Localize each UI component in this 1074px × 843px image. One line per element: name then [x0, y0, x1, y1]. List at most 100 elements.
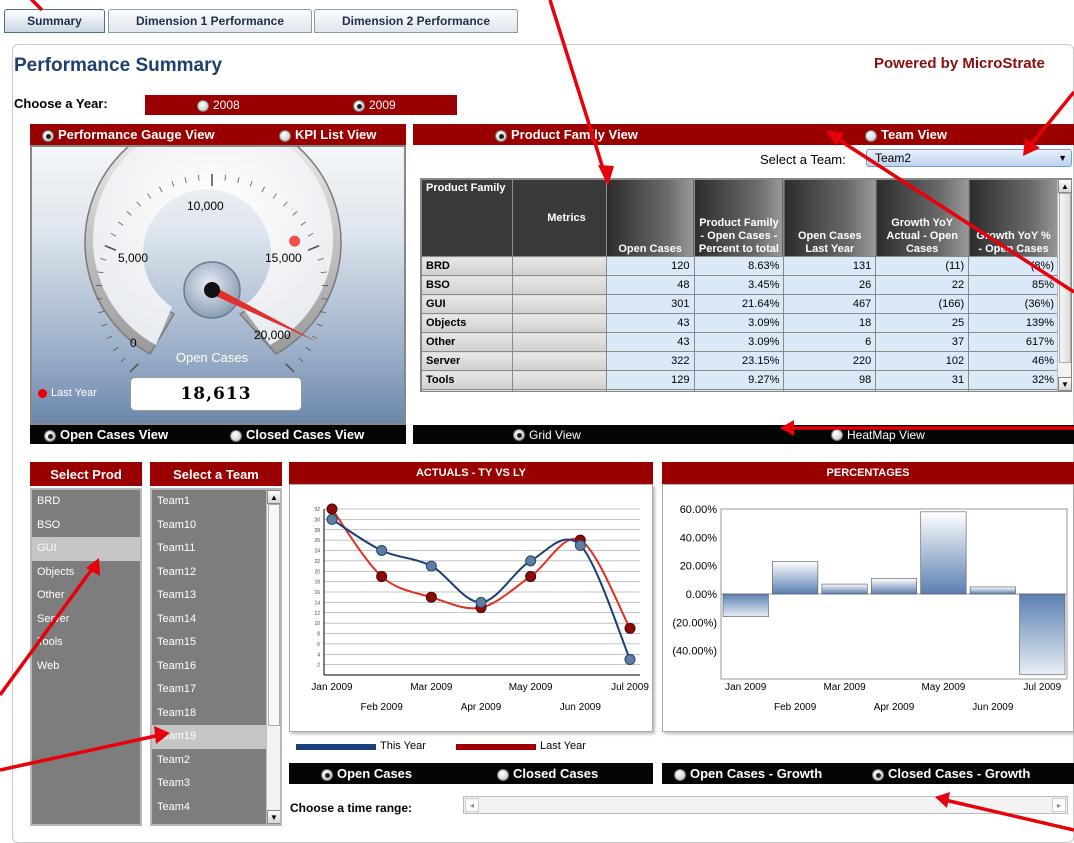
- col-header-growth-actual[interactable]: Growth YoY Actual - Open Cases: [875, 179, 970, 257]
- x-tick-label: Feb 2009: [774, 702, 817, 713]
- data-point: [475, 596, 487, 608]
- data-point: [525, 570, 537, 582]
- team-item-team4[interactable]: Team4: [152, 796, 280, 820]
- table-cell: 85%: [968, 275, 1059, 295]
- heatmap-view-radio[interactable]: HeatMap View: [831, 428, 925, 442]
- team-item-team15[interactable]: Team15: [152, 631, 280, 655]
- table-cell: 301: [605, 294, 695, 314]
- prod-item-bso[interactable]: BSO: [32, 514, 140, 538]
- chevron-right-icon[interactable]: ▸: [1052, 798, 1066, 812]
- team-item-team2[interactable]: Team2: [152, 749, 280, 773]
- team-item-team16[interactable]: Team16: [152, 655, 280, 679]
- team-item-team19[interactable]: Team19: [152, 725, 280, 749]
- table-cell: 467: [783, 294, 877, 314]
- tab-summary[interactable]: Summary: [4, 9, 105, 33]
- team-item-team11[interactable]: Team11: [152, 537, 280, 561]
- team-item-team1[interactable]: Team1: [152, 490, 280, 514]
- team-view-label: Team View: [881, 127, 947, 142]
- performance-gauge-view-radio[interactable]: Performance Gauge View: [42, 127, 215, 142]
- table-cell: 220: [783, 351, 877, 371]
- tab-dimension-2[interactable]: Dimension 2 Performance: [314, 9, 518, 33]
- team-dropdown[interactable]: Team2 ▼: [866, 149, 1072, 167]
- gauge-label-10000: 10,000: [187, 199, 224, 213]
- gauge-tick: [129, 362, 140, 373]
- col-header-metrics[interactable]: Metrics: [511, 179, 607, 257]
- table-cell: [693, 389, 785, 391]
- time-range-slider[interactable]: ◂ ▸: [463, 796, 1068, 814]
- last-year-label: Last Year: [51, 387, 97, 399]
- table-cell: (8%): [968, 256, 1059, 276]
- col-header-open-cases-ly[interactable]: Open Cases Last Year: [783, 179, 877, 257]
- prod-item-other[interactable]: Other: [32, 584, 140, 608]
- grid-view-radio[interactable]: Grid View: [513, 428, 581, 442]
- data-point: [425, 591, 437, 603]
- col-header-product-family[interactable]: Product Family: [421, 179, 513, 257]
- y-tick-label: (20.00%): [672, 617, 717, 629]
- scroll-down-icon[interactable]: ▼: [267, 810, 280, 824]
- y-tick-label: 20: [314, 569, 320, 575]
- table-row: Other 43 3.09% 6 37 617%: [421, 332, 1059, 352]
- open-cases-growth-radio[interactable]: Open Cases - Growth: [674, 766, 822, 781]
- actuals-legend: This Year Last Year: [296, 740, 656, 754]
- table-cell: 23.15%: [693, 351, 785, 371]
- x-tick-label: Jun 2009: [560, 702, 602, 713]
- table-row: Tools 129 9.27% 98 31 32%: [421, 370, 1059, 390]
- closed-cases-view-radio[interactable]: Closed Cases View: [230, 427, 364, 442]
- prod-item-gui[interactable]: GUI: [32, 537, 140, 561]
- team-item-team17[interactable]: Team17: [152, 678, 280, 702]
- prod-item-brd[interactable]: BRD: [32, 490, 140, 514]
- product-family-view-radio[interactable]: Product Family View: [495, 127, 638, 142]
- team-item-team3[interactable]: Team3: [152, 772, 280, 796]
- tab-dimension-1[interactable]: Dimension 1 Performance: [108, 9, 312, 33]
- team-dropdown-value: Team2: [875, 151, 912, 165]
- kpi-list-view-radio[interactable]: KPI List View: [279, 127, 376, 142]
- percent-footer-bar: Open Cases - Growth Closed Cases - Growt…: [662, 763, 1074, 784]
- data-point: [574, 539, 586, 551]
- gauge-last-year-marker: [289, 235, 301, 247]
- x-tick-label: Jan 2009: [311, 682, 353, 693]
- team-item-team12[interactable]: Team12: [152, 561, 280, 585]
- grid-scrollbar[interactable]: ▲ ▼: [1057, 179, 1071, 391]
- last-year-legend: Last Year: [38, 387, 97, 399]
- team-item-team10[interactable]: Team10: [152, 514, 280, 538]
- grid-scroll-thumb[interactable]: [1059, 193, 1071, 363]
- prod-item-web[interactable]: Web: [32, 655, 140, 679]
- open-cases-view-radio[interactable]: Open Cases View: [44, 427, 168, 442]
- scroll-up-icon[interactable]: ▲: [267, 490, 280, 504]
- radio-icon: [674, 768, 686, 781]
- legend-last-year-label: Last Year: [540, 740, 586, 752]
- scroll-down-icon[interactable]: ▼: [1058, 377, 1071, 391]
- y-tick-label: 40.00%: [680, 532, 718, 544]
- table-cell: 21.64%: [693, 294, 785, 314]
- team-item-team18[interactable]: Team18: [152, 702, 280, 726]
- team-scroll-thumb[interactable]: [268, 504, 280, 726]
- row-label: BRD: [421, 256, 513, 276]
- year-2008-radio[interactable]: 2008: [197, 98, 240, 112]
- y-tick-label: 10: [314, 621, 320, 627]
- scroll-up-icon[interactable]: ▲: [1058, 179, 1071, 193]
- closed-cases-growth-radio[interactable]: Closed Cases - Growth: [872, 766, 1030, 781]
- prod-item-server[interactable]: Server: [32, 608, 140, 632]
- prod-item-tools[interactable]: Tools: [32, 631, 140, 655]
- y-tick-label: 24: [314, 549, 320, 555]
- team-item-team13[interactable]: Team13: [152, 584, 280, 608]
- select-team-label: Select a Team:: [760, 152, 846, 167]
- prod-item-objects[interactable]: Objects: [32, 561, 140, 585]
- data-point: [425, 560, 437, 572]
- col-header-growth-percent[interactable]: Growth YoY % - Open Cases: [968, 179, 1059, 257]
- team-list-scrollbar[interactable]: ▲ ▼: [266, 490, 280, 824]
- open-cases-radio[interactable]: Open Cases: [321, 766, 412, 781]
- grid-footer-bar: Grid View HeatMap View: [413, 425, 1074, 444]
- year-2009-radio[interactable]: 2009: [353, 98, 396, 112]
- row-metric-spacer: [511, 351, 607, 371]
- actuals-line-chart: 2468101214161820222426283032Jan 2009Feb …: [311, 503, 649, 713]
- table-row: Server 322 23.15% 220 102 46%: [421, 351, 1059, 371]
- row-metric-spacer: [511, 294, 607, 314]
- select-prod-list: BRD BSO GUI Objects Other Server Tools Web: [30, 488, 142, 826]
- col-header-open-cases[interactable]: Open Cases: [605, 179, 695, 257]
- team-view-radio[interactable]: Team View: [865, 127, 947, 142]
- closed-cases-radio[interactable]: Closed Cases: [497, 766, 598, 781]
- chevron-left-icon[interactable]: ◂: [465, 798, 479, 812]
- team-item-team14[interactable]: Team14: [152, 608, 280, 632]
- col-header-percent-total[interactable]: Product Family - Open Cases - Percent to…: [693, 179, 785, 257]
